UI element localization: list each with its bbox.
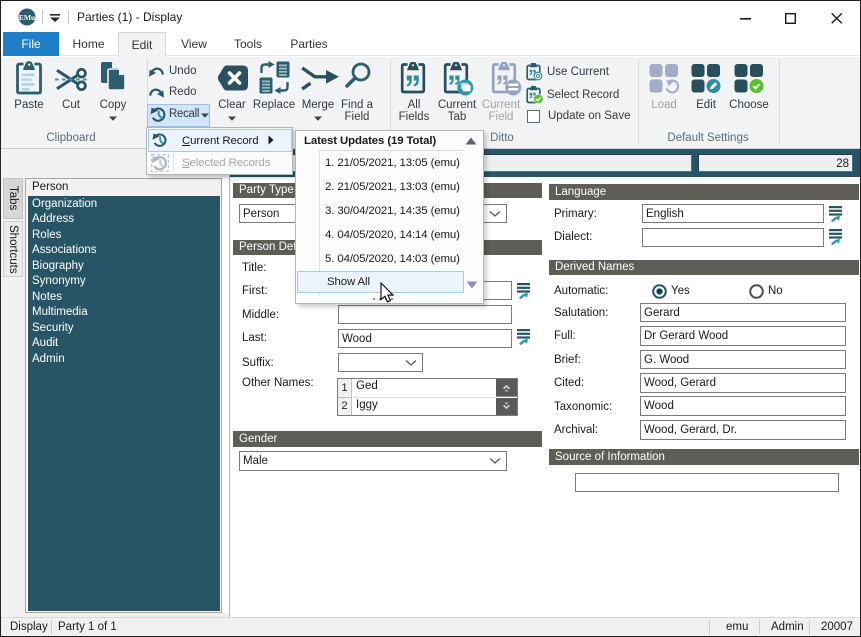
svg-text:EMu: EMu [19, 13, 36, 22]
